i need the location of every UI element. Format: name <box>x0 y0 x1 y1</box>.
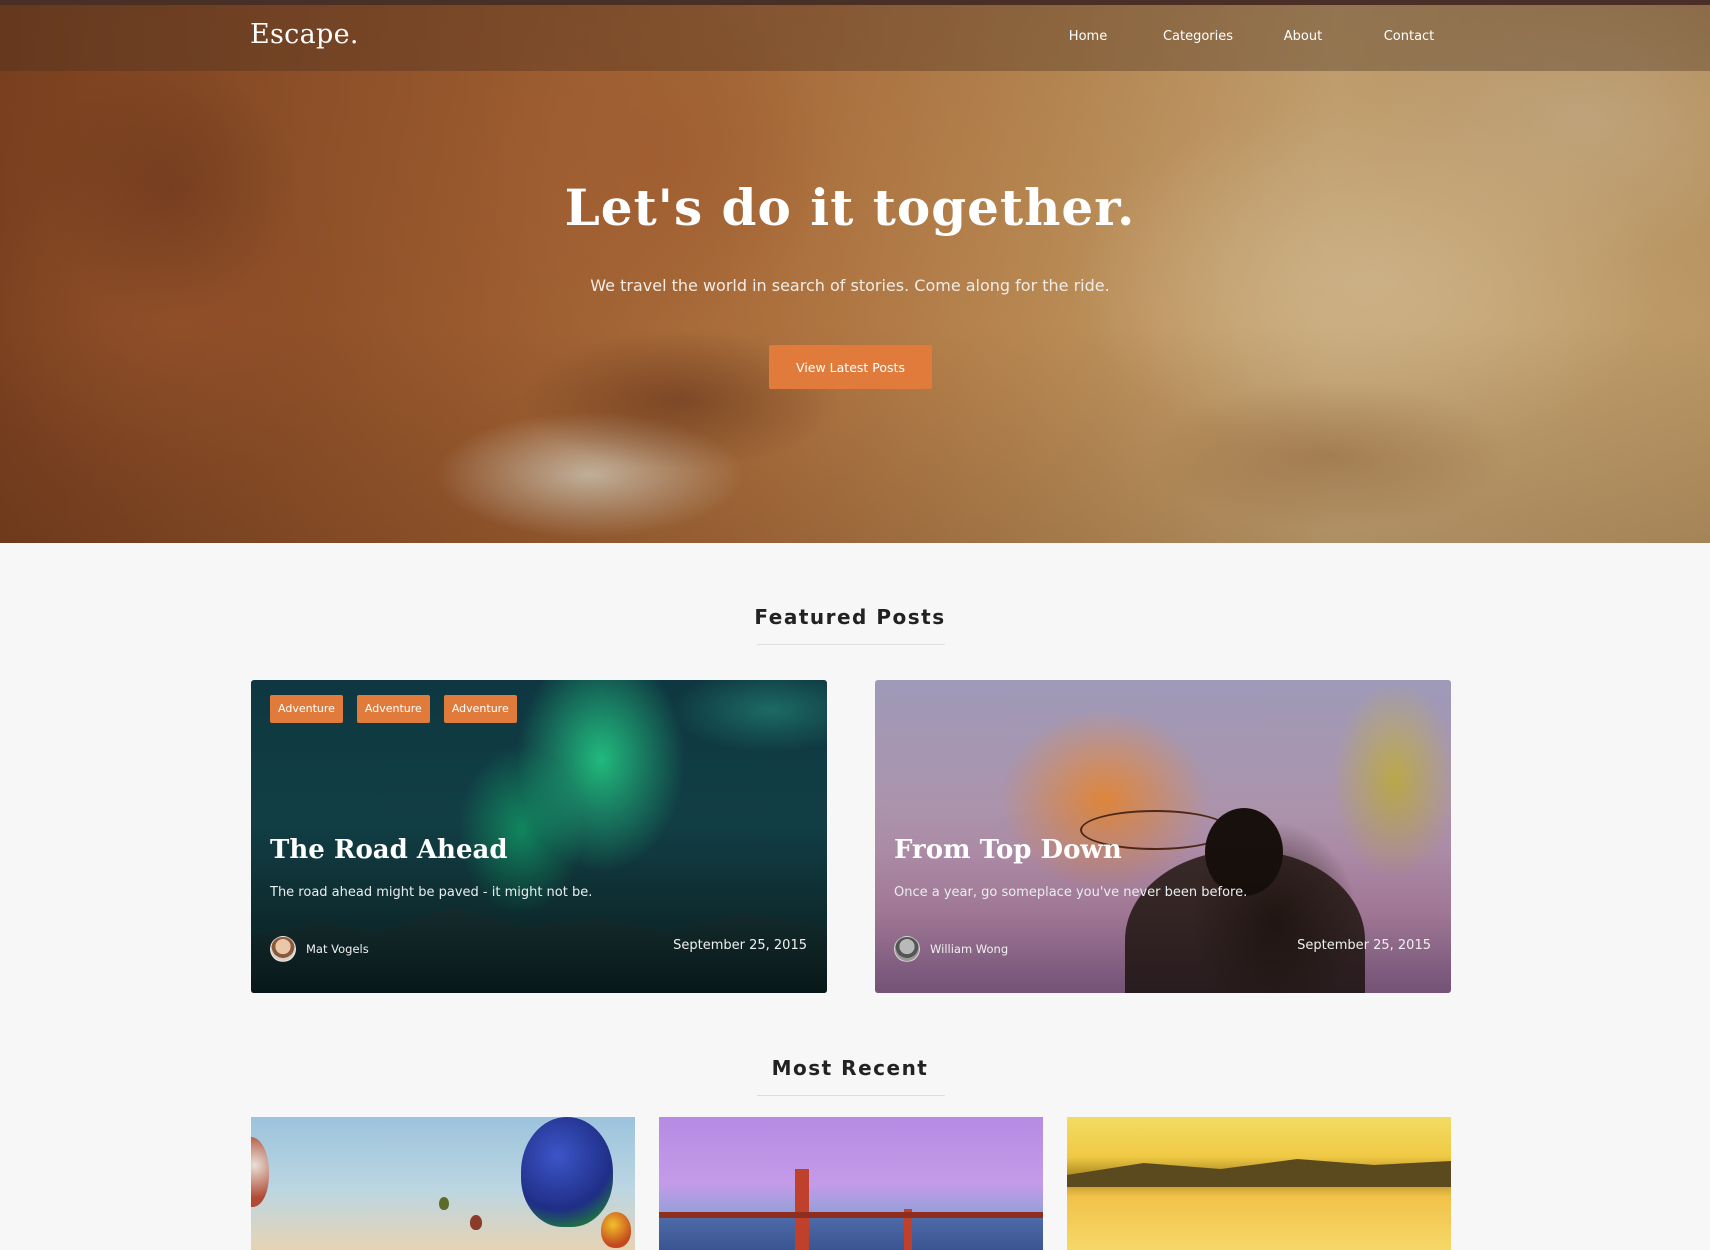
featured-card-top-down[interactable]: From Top Down Once a year, go someplace … <box>875 680 1451 993</box>
bridge-tower <box>795 1169 809 1250</box>
author-name[interactable]: William Wong <box>930 942 1008 956</box>
tag-adventure[interactable]: Adventure <box>443 695 517 723</box>
card-date: September 25, 2015 <box>1297 938 1431 953</box>
brand-logo[interactable]: Escape. <box>250 19 359 50</box>
hero-overlay <box>0 0 1710 543</box>
author-avatar-icon <box>894 936 920 962</box>
card-author: Mat Vogels <box>270 936 369 962</box>
nav-about-link[interactable]: About <box>1273 29 1333 44</box>
view-latest-posts-button[interactable]: View Latest Posts <box>769 345 932 389</box>
balloon-shape <box>601 1212 631 1248</box>
bridge-water <box>659 1217 1043 1250</box>
nav-home-link[interactable]: Home <box>1058 29 1118 44</box>
tag-adventure[interactable]: Adventure <box>356 695 430 723</box>
card-tags: Adventure Adventure Adventure <box>270 695 517 723</box>
recent-post-thumbnail-balloons[interactable] <box>251 1117 635 1250</box>
card-date: September 25, 2015 <box>673 938 807 953</box>
tag-adventure[interactable]: Adventure <box>270 695 343 723</box>
featured-card-road-ahead[interactable]: Adventure Adventure Adventure The Road A… <box>251 680 827 993</box>
card-excerpt: Once a year, go someplace you've never b… <box>894 885 1248 900</box>
nav-contact-link[interactable]: Contact <box>1374 29 1444 44</box>
balloon-shape <box>251 1137 269 1207</box>
top-navbar: Escape. Home Categories About Contact <box>0 5 1710 71</box>
hero-subtitle: We travel the world in search of stories… <box>590 276 1110 295</box>
balloon-shape <box>439 1197 449 1210</box>
card-title[interactable]: The Road Ahead <box>270 835 508 865</box>
card-excerpt: The road ahead might be paved - it might… <box>270 885 593 900</box>
most-recent-heading: Most Recent <box>771 1056 929 1080</box>
page: Escape. Home Categories About Contact Le… <box>0 0 1710 1250</box>
lake-hills <box>1067 1159 1451 1187</box>
balloon-shape <box>470 1215 482 1230</box>
hero-title: Let's do it together. <box>564 178 1136 237</box>
author-avatar-icon <box>270 936 296 962</box>
recent-heading-divider <box>757 1095 945 1096</box>
featured-heading-divider <box>757 644 945 645</box>
balloon-shape <box>521 1117 613 1227</box>
nav-categories-link[interactable]: Categories <box>1148 29 1248 44</box>
author-name[interactable]: Mat Vogels <box>306 942 369 956</box>
card-author: William Wong <box>894 936 1008 962</box>
featured-posts-heading: Featured Posts <box>754 605 946 629</box>
bridge-deck <box>659 1212 1043 1218</box>
hero-section: Escape. Home Categories About Contact Le… <box>0 0 1710 543</box>
recent-post-thumbnail-lake[interactable] <box>1067 1117 1451 1250</box>
card-title[interactable]: From Top Down <box>894 835 1122 865</box>
recent-post-thumbnail-bridge[interactable] <box>659 1117 1043 1250</box>
